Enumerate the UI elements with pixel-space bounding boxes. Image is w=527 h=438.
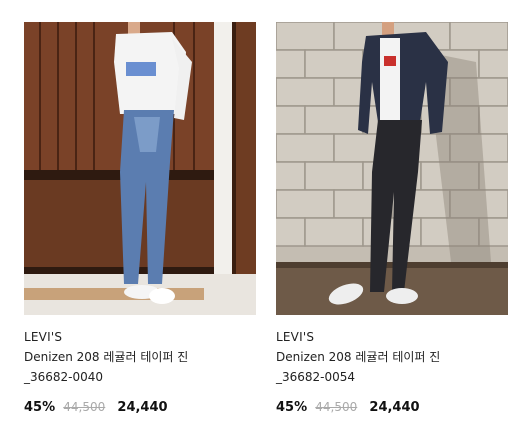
original-price: 44,500 xyxy=(315,400,358,414)
sale-price: 24,440 xyxy=(369,400,420,415)
product-code[interactable]: _36682-0040 xyxy=(24,369,256,385)
discount-rate: 45% xyxy=(276,400,308,415)
price-row: 45% 44,500 24,440 xyxy=(276,399,508,416)
product-card[interactable]: LEVI'S Denizen 208 레귤러 테이퍼 진 _36682-0040… xyxy=(24,22,256,416)
product-image[interactable] xyxy=(276,22,508,315)
product-brand[interactable]: LEVI'S xyxy=(24,329,256,345)
product-image[interactable] xyxy=(24,22,256,315)
product-code[interactable]: _36682-0054 xyxy=(276,369,508,385)
discount-rate: 45% xyxy=(24,400,56,415)
price-row: 45% 44,500 24,440 xyxy=(24,399,256,416)
original-price: 44,500 xyxy=(63,400,106,414)
product-card[interactable]: LEVI'S Denizen 208 레귤러 테이퍼 진 _36682-0054… xyxy=(276,22,508,416)
sale-price: 24,440 xyxy=(117,400,168,415)
product-name[interactable]: Denizen 208 레귤러 테이퍼 진 xyxy=(276,348,508,367)
product-brand[interactable]: LEVI'S xyxy=(276,329,508,345)
product-name[interactable]: Denizen 208 레귤러 테이퍼 진 xyxy=(24,348,256,367)
